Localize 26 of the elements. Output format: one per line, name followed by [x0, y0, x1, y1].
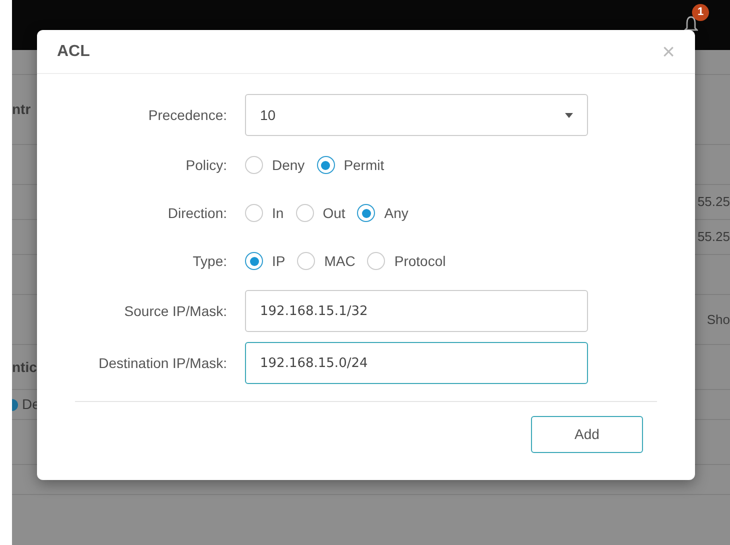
- input-field[interactable]: 192.168.15.0/24: [245, 342, 588, 384]
- field-label: Policy:: [184, 156, 228, 175]
- field-label: Source IP/Mask:: [123, 302, 228, 320]
- field-label: Direction:: [166, 204, 228, 222]
- notification-badge: 1: [692, 4, 709, 21]
- radio-option[interactable]: MAC: [297, 250, 356, 272]
- background-text: 55.25: [697, 228, 730, 246]
- radio-option[interactable]: Out: [296, 202, 346, 224]
- background-text: 55.25: [697, 193, 730, 212]
- radio-option[interactable]: Permit: [316, 154, 384, 176]
- background-text: ntic: [12, 358, 37, 376]
- radio-option[interactable]: Deny: [245, 154, 305, 176]
- radio-option[interactable]: In: [245, 202, 284, 224]
- radio-option[interactable]: Any: [357, 202, 408, 224]
- field-label: Destination IP/Mask:: [98, 354, 228, 372]
- background-text: ntr: [12, 100, 31, 119]
- field-label: Precedence:: [147, 106, 228, 124]
- dialog-title: ACL: [57, 42, 90, 62]
- field-label: Type:: [192, 252, 228, 271]
- add-button[interactable]: Add: [531, 416, 643, 453]
- background-text: Sho: [706, 310, 730, 329]
- caret-icon: [565, 112, 573, 118]
- precedence-select[interactable]: 10: [245, 94, 588, 136]
- input-field[interactable]: 192.168.15.1/32: [245, 290, 588, 332]
- radio-option[interactable]: IP: [245, 250, 286, 272]
- radio-option[interactable]: Protocol: [367, 250, 446, 272]
